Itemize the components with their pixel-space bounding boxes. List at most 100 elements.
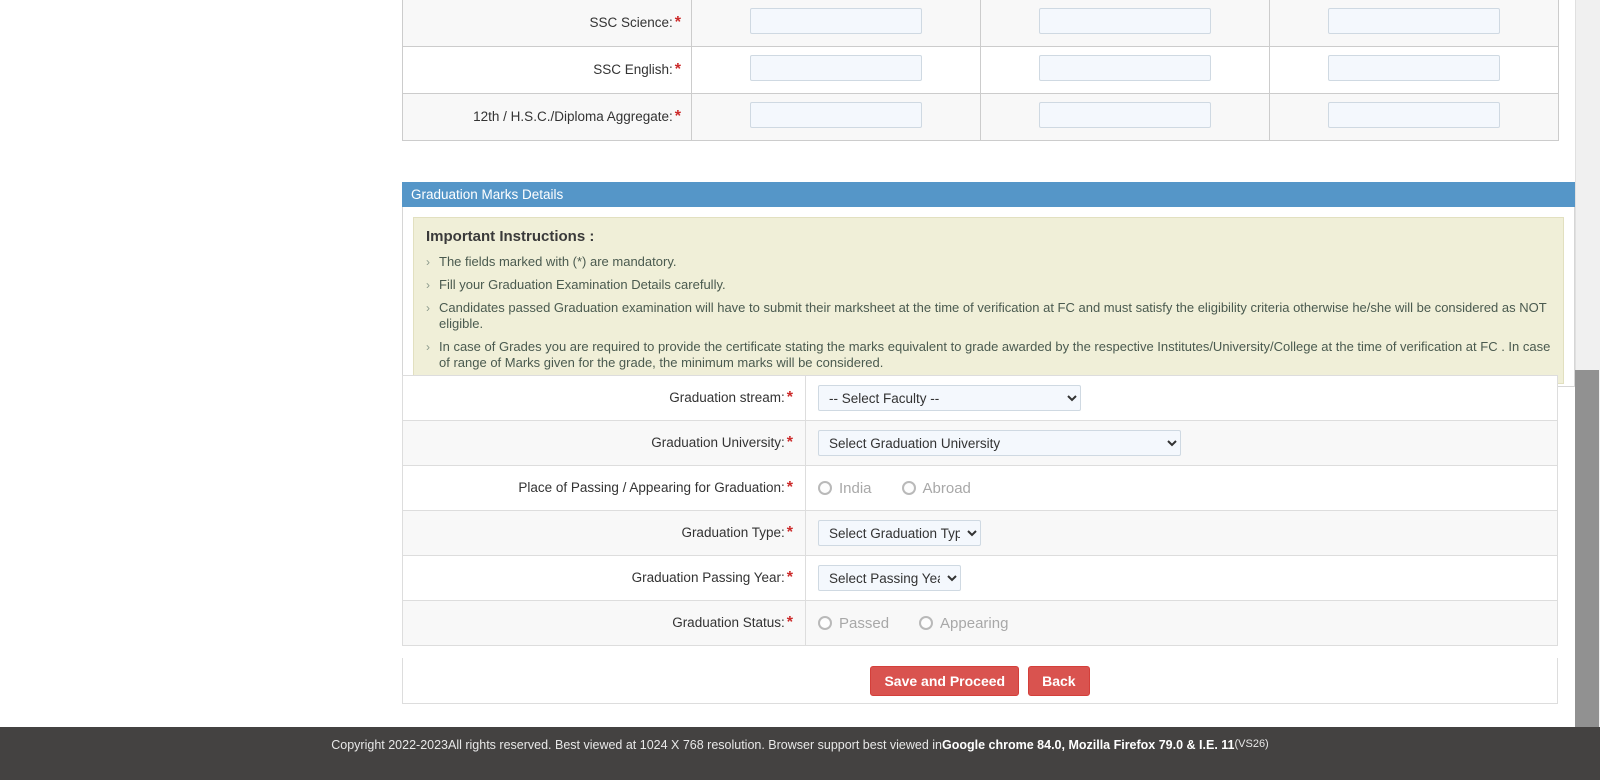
marks-input[interactable] [1039,7,1211,34]
row-label-cell: SSC Science: * [402,0,692,47]
marks-cell-percentage [1269,46,1559,94]
marks-cell-total [980,46,1270,94]
footer-copyright-text: Copyright 2022-2023All rights reserved. … [331,738,943,752]
field-label: Graduation Passing Year: [631,570,785,585]
marks-cell-total [980,0,1270,47]
back-button[interactable]: Back [1028,665,1090,696]
footer-browser-support: Google chrome 84.0, Mozilla Firefox 79.0… [942,738,1235,752]
page-scrollbar-thumb[interactable] [1575,370,1599,727]
row-field-cell: Select Graduation University [805,420,1558,466]
row-field-cell: Select Passing Year [805,555,1558,601]
panel-body: Important Instructions : › The fields ma… [402,207,1575,387]
graduation-type-select[interactable]: Select Graduation Type [818,520,981,546]
instruction-item: › Candidates passed Graduation examinati… [426,300,1551,332]
page-footer: Copyright 2022-2023All rights reserved. … [0,727,1600,780]
form-row-graduation-stream: Graduation stream: * -- Select Faculty -- [402,375,1558,421]
field-label: SSC Science: [589,15,673,30]
radio-option-abroad[interactable]: Abroad [901,479,971,497]
graduation-university-select[interactable]: Select Graduation University [818,430,1181,456]
form-row-graduation-university: Graduation University: * Select Graduatio… [402,420,1558,466]
radio-circle-icon[interactable] [919,616,934,630]
required-asterisk: * [786,614,793,631]
marks-input[interactable] [750,101,922,128]
page-content: SSC Science: * SSC English: * 12th / H.S… [0,0,1575,780]
marks-input[interactable] [1039,101,1211,128]
marks-input[interactable] [750,7,922,34]
row-label-cell: Graduation Passing Year: * [402,555,806,601]
radio-option-appearing[interactable]: Appearing [919,615,1008,632]
field-label: Graduation Type: [681,525,785,540]
form-row-graduation-type: Graduation Type: * Select Graduation Type [402,510,1558,556]
field-label: Place of Passing / Appearing for Graduat… [518,480,785,495]
row-label-cell: Graduation stream: * [402,375,806,421]
field-label: 12th / H.S.C./Diploma Aggregate: [473,109,673,124]
row-label-cell: SSC English: * [402,46,692,94]
instruction-item: › Fill your Graduation Examination Detai… [426,277,1551,293]
marks-input[interactable] [1328,101,1500,128]
ssc-marks-table: SSC Science: * SSC English: * 12th / H.S… [402,0,1559,141]
row-label-cell: Graduation Status: * [402,600,806,646]
instruction-text: In case of Grades you are required to pr… [439,339,1551,370]
graduation-passing-year-select[interactable]: Select Passing Year [818,565,961,591]
required-asterisk: * [674,61,681,78]
radio-circle-icon[interactable] [818,481,832,495]
marks-cell-percentage [1269,0,1559,47]
chevron-right-icon: › [426,340,430,354]
marks-cell-obtained [691,46,981,94]
required-asterisk: * [674,108,681,125]
radio-option-passed[interactable]: Passed [818,615,889,632]
instruction-text: The fields marked with (*) are mandatory… [439,254,677,269]
field-label: SSC English: [593,62,673,77]
important-instructions: Important Instructions : › The fields ma… [413,217,1564,384]
row-field-cell: -- Select Faculty -- [805,375,1558,421]
form-row-graduation-passing-year: Graduation Passing Year: * Select Passing… [402,555,1558,601]
panel-title: Graduation Marks Details [402,182,1575,207]
marks-cell-total [980,93,1270,141]
row-field-cell: India Abroad [805,465,1558,511]
marks-cell-obtained [691,0,981,47]
marks-input[interactable] [1039,54,1211,81]
form-row-place-of-passing: Place of Passing / Appearing for Graduat… [402,465,1558,511]
radio-circle-icon[interactable] [818,616,832,630]
marks-input[interactable] [1328,54,1500,81]
table-row: 12th / H.S.C./Diploma Aggregate: * [402,93,1559,141]
field-label: Graduation University: [651,435,785,450]
radio-label: Abroad [922,479,971,497]
required-asterisk: * [786,524,793,541]
graduation-stream-select[interactable]: -- Select Faculty -- [818,385,1081,411]
marks-cell-obtained [691,93,981,141]
field-label: Graduation Status: [672,615,785,630]
graduation-marks-panel: Graduation Marks Details Important Instr… [402,182,1575,387]
row-label-cell: Graduation Type: * [402,510,806,556]
radio-circle-icon[interactable] [901,481,916,495]
table-row: SSC English: * [402,46,1559,94]
footer-version: (VS26) [1234,738,1269,750]
row-field-cell: Select Graduation Type [805,510,1558,556]
row-label-cell: Graduation University: * [402,420,806,466]
instructions-title: Important Instructions : [426,228,595,245]
required-asterisk: * [786,434,793,451]
form-row-graduation-status: Graduation Status: * Passed Appearing [402,600,1558,646]
instruction-item: › The fields marked with (*) are mandato… [426,254,1551,270]
radio-label: Appearing [940,614,1009,632]
row-field-cell: Passed Appearing [805,600,1558,646]
graduation-status-radio-group: Passed Appearing [818,615,1545,632]
page-scrollbar-track[interactable] [1575,0,1600,727]
graduation-form-table: Graduation stream: * -- Select Faculty --… [402,375,1558,646]
field-label: Graduation stream: [669,390,785,405]
chevron-right-icon: › [426,278,430,292]
table-row: SSC Science: * [402,0,1559,47]
marks-input[interactable] [1328,7,1500,34]
radio-label: Passed [839,614,890,632]
marks-input[interactable] [750,54,922,81]
instruction-item: › In case of Grades you are required to … [426,339,1551,371]
save-and-proceed-button[interactable]: Save and Proceed [870,665,1020,696]
radio-option-india[interactable]: India [818,480,872,497]
place-of-passing-radio-group: India Abroad [818,480,1545,497]
required-asterisk: * [786,389,793,406]
required-asterisk: * [674,14,681,31]
required-asterisk: * [786,479,793,496]
instruction-text: Fill your Graduation Examination Details… [439,277,726,292]
required-asterisk: * [786,569,793,586]
instruction-text: Candidates passed Graduation examination… [439,300,1547,331]
